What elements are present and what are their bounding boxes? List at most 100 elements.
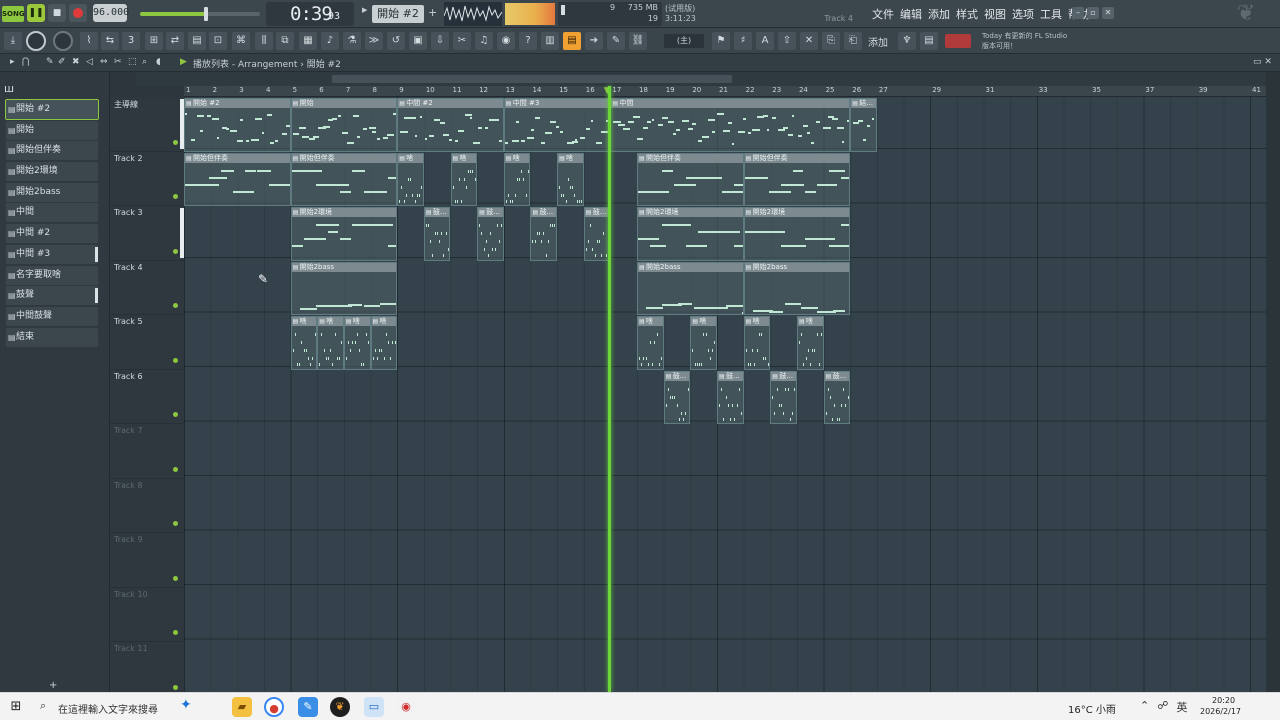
pattern-clip[interactable]: 鼓... — [477, 207, 504, 261]
master-volume-slider[interactable] — [140, 7, 260, 21]
overview-window[interactable] — [332, 75, 732, 83]
pattern-clip[interactable]: 開始但伴奏 — [743, 152, 851, 206]
loop-record-icon[interactable]: ⊞ — [145, 32, 163, 50]
track-enable-led[interactable] — [173, 357, 178, 363]
tempo-display[interactable]: 96.000 — [93, 4, 129, 22]
draw-tool-icon[interactable]: ✎ — [46, 57, 54, 67]
news-panel[interactable]: Today 有更新的 FL Studio 版本可用！ — [980, 30, 1090, 52]
paint-tool-icon[interactable]: ✐ — [58, 57, 66, 67]
copy-icon[interactable]: ⎘ — [822, 32, 840, 50]
menu-add[interactable]: 添加 — [928, 6, 950, 26]
pattern-item[interactable]: 開始但伴奏 — [6, 141, 98, 161]
pattern-clip[interactable]: 鼓... — [583, 207, 611, 261]
metronome-icon[interactable]: ⌇ — [80, 32, 98, 50]
slip-tool-icon[interactable]: ⇔ — [100, 57, 108, 67]
pattern-clip[interactable]: 啥 — [743, 316, 771, 370]
menu-edit[interactable]: 编辑 — [900, 6, 922, 26]
menu-options[interactable]: 选项 — [1012, 6, 1034, 26]
maximize-icon[interactable]: ▫ — [1087, 7, 1099, 19]
menu-patterns[interactable]: 样式 — [956, 6, 978, 26]
track-enable-led[interactable] — [173, 139, 178, 145]
app-record-icon[interactable]: ◉ — [396, 697, 416, 717]
pattern-clip[interactable]: 啥 — [370, 316, 398, 370]
chat-icon[interactable]: ◉ — [497, 32, 515, 50]
pattern-item[interactable]: 中間 #3 — [6, 244, 98, 264]
chrome-icon[interactable]: ● — [264, 697, 284, 717]
stamp-icon[interactable]: ⚑ — [712, 32, 730, 50]
scroll-icon[interactable]: ⊡ — [209, 32, 227, 50]
song-mode-toggle[interactable]: SONG — [2, 6, 25, 22]
pattern-item[interactable]: 結束 — [6, 327, 98, 347]
window-icon[interactable]: ▭ — [364, 697, 384, 717]
timeline-ruler[interactable]: 1 2 3 4 5 6 7 8 9 10 11 12 13 14 15 16 17 18 19 20 21 22 23 24 2… — [184, 86, 1266, 97]
slice-tool-icon[interactable]: ✂ — [114, 57, 122, 67]
pattern-clip[interactable]: 鼓... — [770, 370, 797, 424]
track-enable-led[interactable] — [173, 303, 178, 308]
overview-scrollbar[interactable] — [136, 72, 1266, 86]
panel-menu-icon[interactable]: ▸ — [10, 57, 15, 67]
pattern-item[interactable]: 開始2bass — [6, 182, 98, 202]
input-language[interactable]: 英 — [1176, 699, 1187, 715]
select-tool-icon[interactable]: ⬚ — [128, 57, 137, 67]
track-header[interactable]: Track 11 — [110, 642, 184, 697]
pattern-clip[interactable]: 鼓... — [423, 207, 451, 261]
piano-roll-icon[interactable]: ▦ — [299, 32, 317, 50]
song-position-display[interactable]: 0:39 93 — [266, 2, 354, 26]
playlist-icon[interactable]: ▥ — [541, 32, 559, 50]
pattern-clip[interactable]: 啥 — [637, 316, 664, 370]
network-icon[interactable]: ☍ — [1157, 699, 1168, 715]
mixer-icon[interactable]: ⫼ — [255, 32, 273, 50]
chord-icon[interactable]: ♯ — [734, 32, 752, 50]
vertical-scrollbar[interactable] — [1266, 72, 1280, 692]
track-header[interactable]: Track 8 — [110, 479, 184, 533]
pattern-clip[interactable]: 開始2bass — [637, 261, 744, 315]
fl-studio-taskbar-icon[interactable]: ❦ — [330, 697, 350, 717]
pattern-clip[interactable]: 啥 — [796, 316, 824, 370]
pattern-clip[interactable]: 啥 — [317, 316, 344, 370]
tempo-tap-icon[interactable]: ⤓ — [4, 32, 22, 50]
track-header[interactable]: Track 2 — [110, 152, 184, 206]
track-enable-led[interactable] — [173, 466, 178, 472]
app-icon[interactable]: ✎ — [298, 697, 318, 717]
swing-knob[interactable] — [53, 31, 73, 51]
browser-icon[interactable]: ⚗ — [343, 32, 361, 50]
pattern-clip[interactable]: 開始但伴奏 — [637, 152, 744, 206]
file-explorer-icon[interactable]: ▰ — [232, 697, 252, 717]
pattern-clip[interactable]: 開始2bass — [743, 261, 851, 315]
track-header[interactable]: Track 7 — [110, 424, 184, 479]
pattern-clip[interactable]: 開始2環境 — [290, 207, 398, 261]
pattern-clip[interactable]: 開始2環境 — [637, 207, 744, 261]
menu-file[interactable]: 文件 — [872, 6, 894, 26]
pattern-add-icon[interactable]: + — [428, 6, 438, 26]
paste-icon[interactable]: ⎗ — [844, 32, 862, 50]
track-enable-led[interactable] — [173, 630, 178, 635]
pattern-clip[interactable]: 啥 — [450, 152, 478, 206]
playback-tool-icon[interactable]: ◖ — [156, 57, 161, 67]
pattern-clip[interactable]: 啥 — [343, 316, 371, 370]
pattern-item[interactable]: 中間 — [6, 203, 98, 223]
pattern-clip[interactable]: 啥 — [557, 152, 584, 206]
breadcrumb-play-icon[interactable]: ▶ — [180, 57, 187, 67]
track-enable-led[interactable] — [173, 521, 178, 526]
track-header[interactable]: 主導線 — [110, 97, 185, 152]
pattern-clip[interactable]: 鼓... — [530, 207, 558, 261]
pattern-item[interactable]: 開始 #2 — [5, 99, 99, 120]
pattern-clip[interactable]: 啥 — [397, 152, 424, 206]
track-header[interactable]: Track 9 — [110, 533, 184, 588]
pattern-clip[interactable]: 開始 #2 — [184, 98, 291, 152]
pattern-item[interactable]: 開始2環境 — [6, 162, 98, 182]
play-button[interactable]: ❚❚ — [27, 4, 45, 22]
magnet-icon[interactable]: ⋂ — [22, 57, 29, 67]
pattern-selector[interactable]: 開始 #2 — [372, 5, 424, 23]
help-icon[interactable]: ? — [519, 32, 537, 50]
pattern-clip[interactable]: 鼓... — [663, 370, 691, 424]
step-edit-icon[interactable]: 3 — [122, 32, 140, 50]
pattern-clip[interactable]: 開始但伴奏 — [184, 152, 291, 206]
pattern-clip[interactable]: 啥 — [503, 152, 531, 206]
stop-button[interactable]: ■ — [48, 4, 66, 22]
pattern-item[interactable]: 名字要取啥 — [6, 265, 98, 285]
track-enable-led[interactable] — [173, 412, 178, 417]
channel-rack-icon[interactable]: ⧉ — [276, 32, 294, 50]
pattern-clip[interactable]: 中間 #3 — [503, 98, 611, 152]
link-icon[interactable]: ⛓ — [629, 32, 647, 50]
